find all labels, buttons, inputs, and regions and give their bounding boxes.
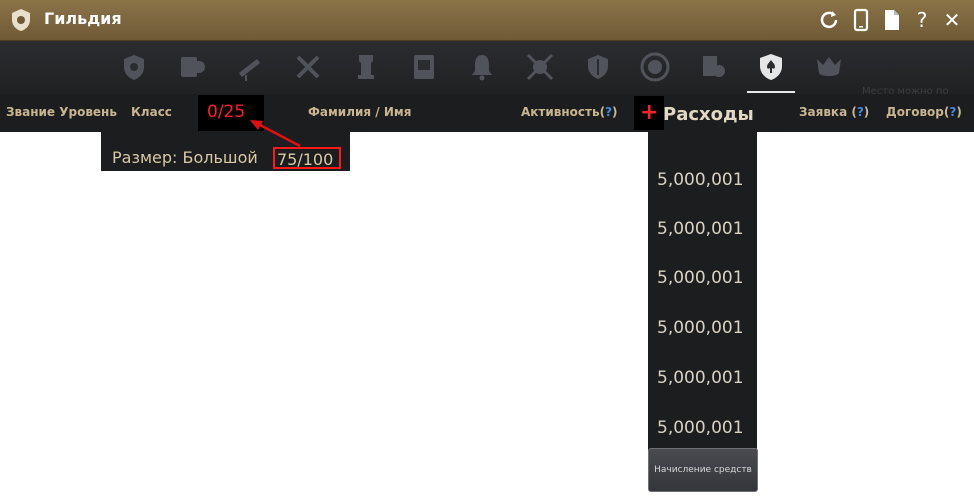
deposit-funds-button[interactable]: Начисление средств	[648, 448, 758, 492]
expenses-title: Расходы	[663, 104, 754, 125]
expense-value: 5,000,001	[657, 368, 744, 388]
expense-value: 5,000,001	[657, 219, 744, 239]
expense-value: 5,000,001	[657, 268, 744, 288]
expense-value: 5,000,001	[657, 418, 744, 438]
add-expense-button[interactable]: +	[640, 101, 658, 125]
expense-value: 5,000,001	[657, 318, 744, 338]
expense-value: 5,000,001	[657, 170, 744, 190]
annotation-arrow	[250, 120, 301, 148]
